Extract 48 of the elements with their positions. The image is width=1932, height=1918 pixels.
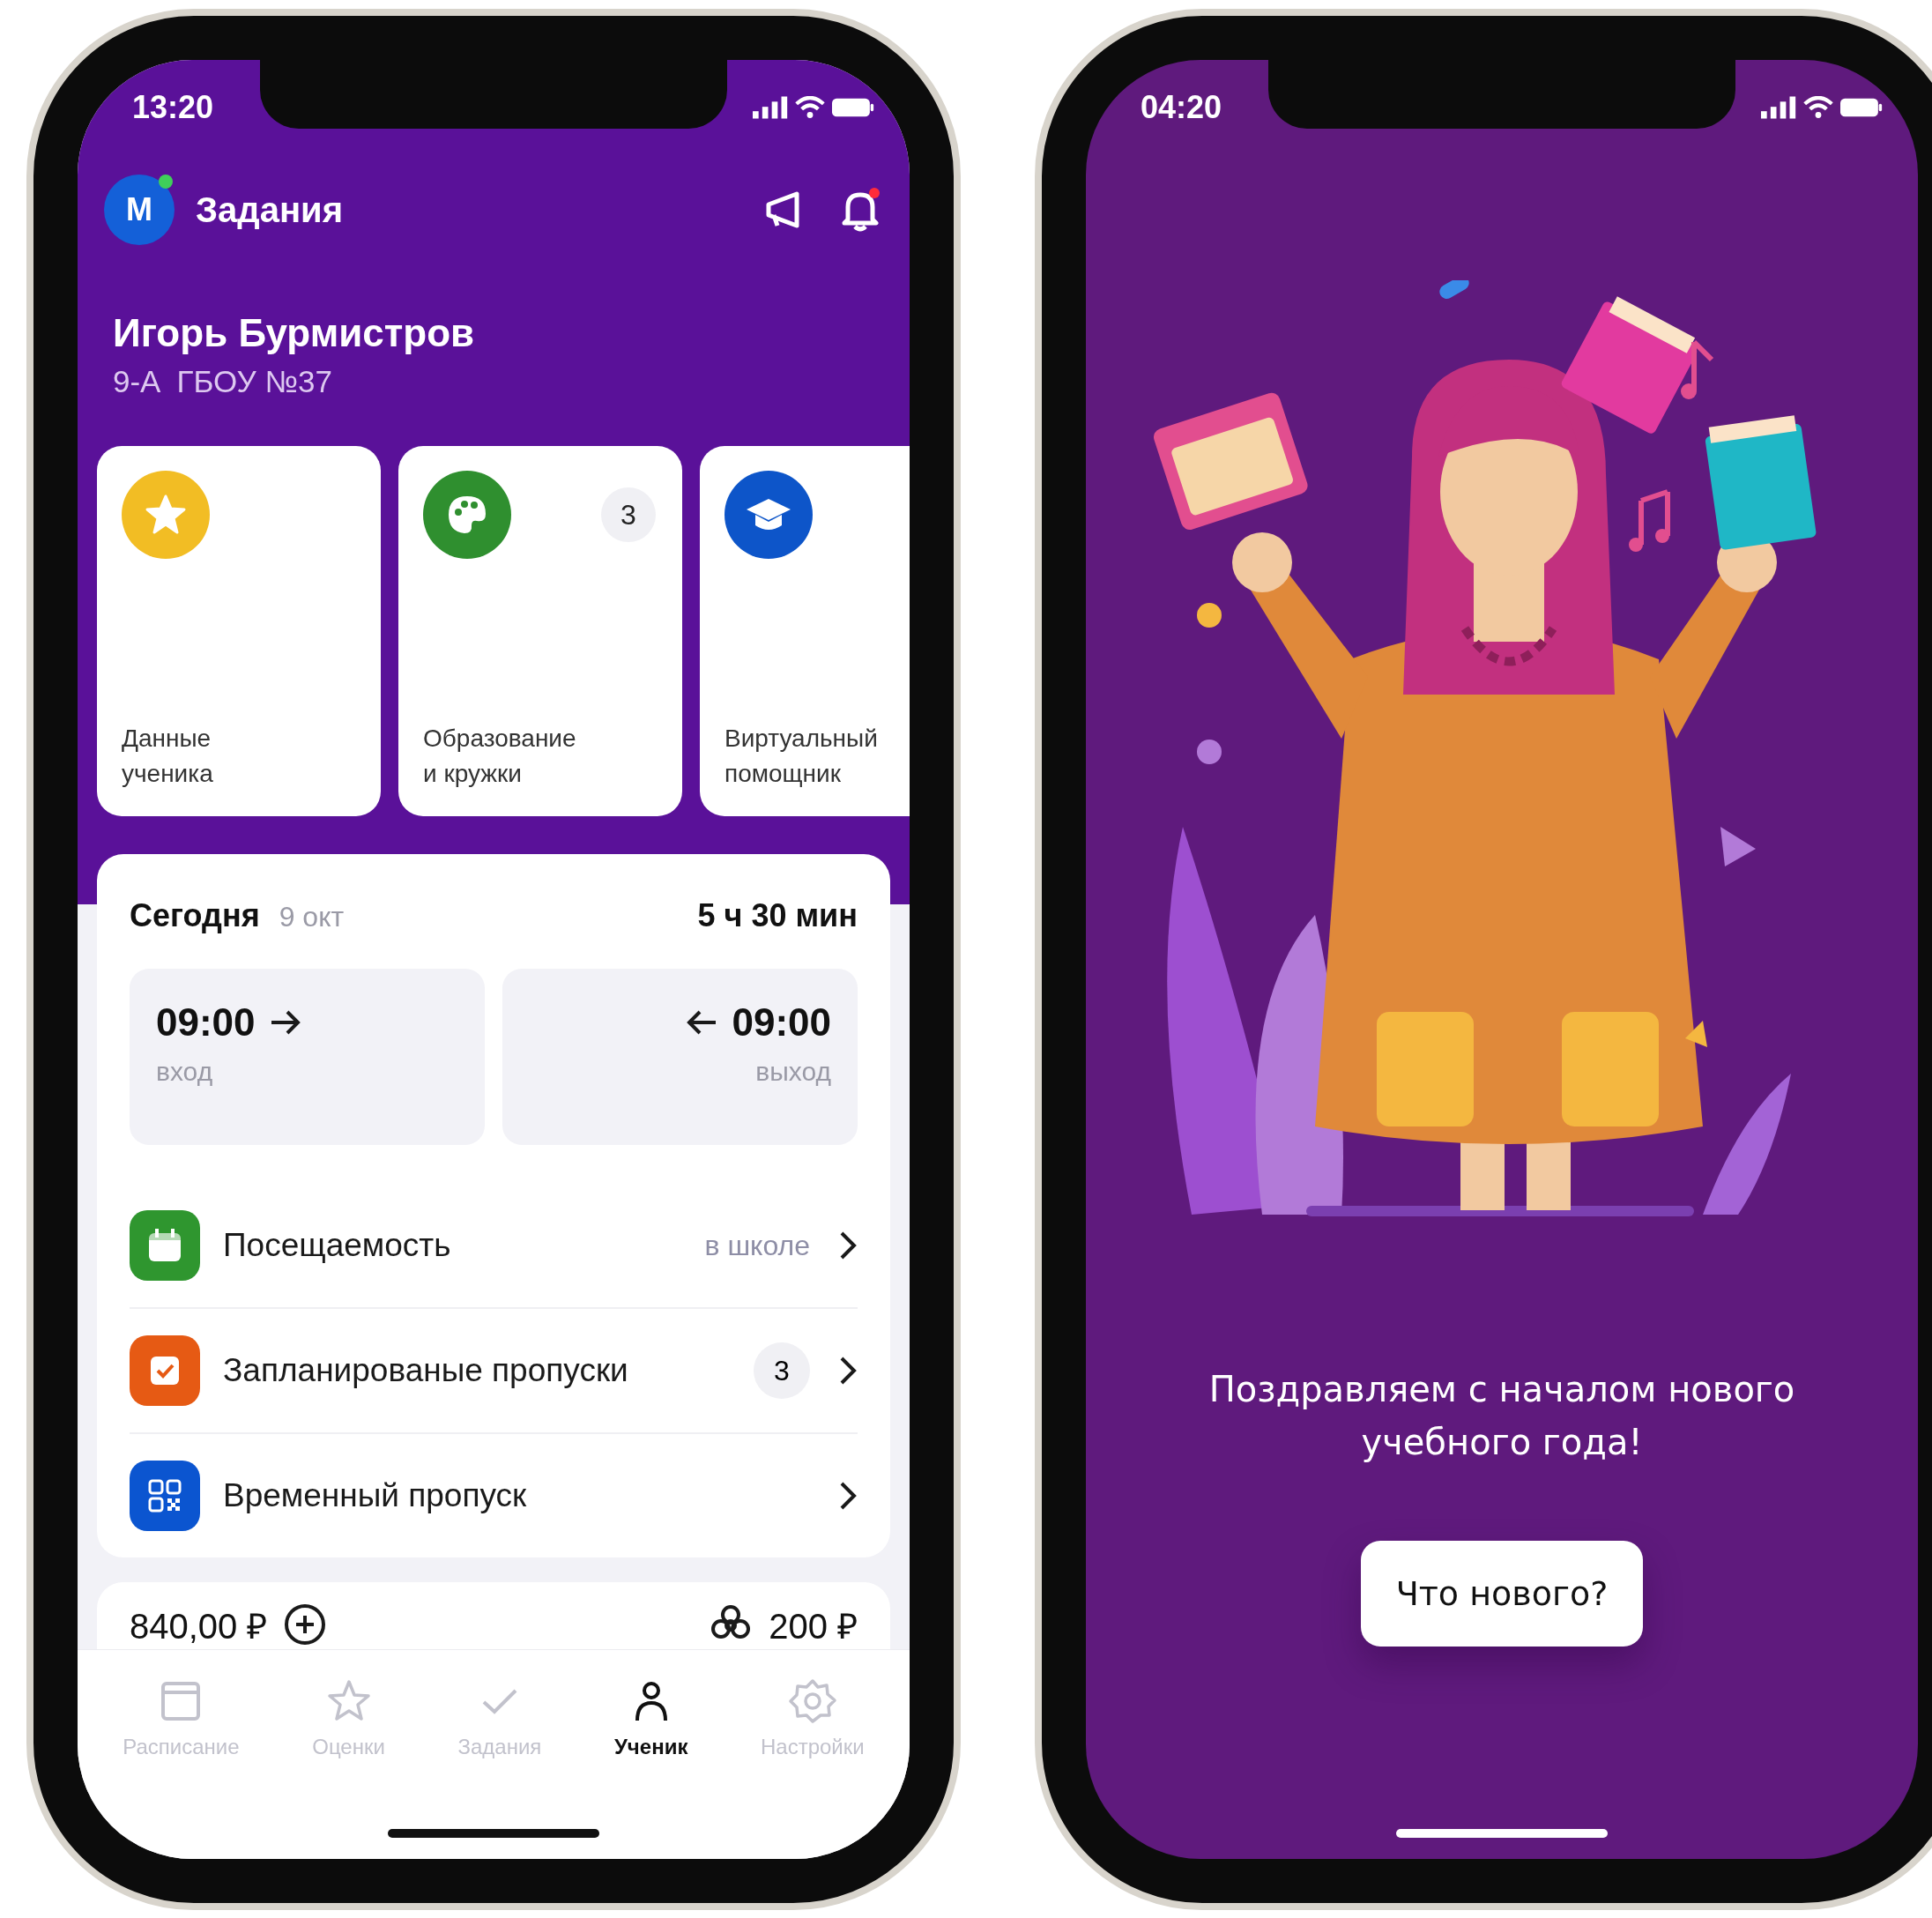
greeting-message: Поздравляем с началом нового учебного года! bbox=[1208, 1368, 1796, 1464]
school-label: ГБОУ №37 bbox=[176, 363, 332, 400]
row-label: Временный пропуск bbox=[223, 1477, 528, 1514]
tile-card[interactable]: Виртуальный помощник bbox=[700, 446, 910, 816]
exit-time: 09:00 bbox=[732, 1000, 831, 1044]
tile-label: Данные ученика bbox=[122, 724, 214, 789]
chevron-right-icon bbox=[838, 1355, 858, 1386]
signal-icon bbox=[1761, 96, 1796, 119]
signal-icon bbox=[753, 96, 788, 119]
bell-icon[interactable] bbox=[841, 188, 880, 232]
balance-amount: 840,00 ₽ bbox=[130, 1605, 268, 1647]
exit-label: выход bbox=[755, 1057, 831, 1087]
tile-card[interactable]: 3 Образование и кружки bbox=[398, 446, 682, 816]
wifi-icon bbox=[1803, 96, 1833, 119]
avatar[interactable]: М bbox=[104, 175, 175, 245]
screen-title: Задания bbox=[196, 190, 345, 230]
tile-label: Образование и кружки bbox=[423, 724, 577, 789]
duration-label: 5 ч 30 мин bbox=[697, 897, 858, 934]
tab[interactable]: Ученик bbox=[613, 1676, 688, 1759]
bonus-amount: 200 ₽ bbox=[769, 1605, 858, 1647]
tile-label: Виртуальный помощник bbox=[724, 724, 879, 789]
battery-icon bbox=[832, 97, 874, 118]
battery-icon bbox=[1840, 97, 1883, 118]
count-badge: 3 bbox=[601, 487, 656, 542]
entry-label: вход bbox=[156, 1057, 214, 1087]
student-name: Игорь Бурмистров bbox=[113, 310, 476, 356]
tile-card[interactable]: Данные ученика bbox=[97, 446, 381, 816]
today-title: Сегодня bbox=[130, 897, 260, 934]
count-badge: 3 bbox=[754, 1342, 810, 1399]
plus-circle-icon[interactable] bbox=[283, 1602, 328, 1647]
settings-icon bbox=[787, 1676, 837, 1726]
menu-row[interactable]: Запланированые пропуски 3 bbox=[130, 1309, 858, 1434]
row-label: Запланированые пропуски bbox=[223, 1352, 629, 1389]
entry-time: 09:00 bbox=[156, 1000, 256, 1044]
row-status: в школе bbox=[704, 1229, 810, 1262]
today-date: 9 окт bbox=[279, 901, 345, 933]
chevron-right-icon bbox=[838, 1230, 858, 1261]
menu-row[interactable]: Посещаемость в школе bbox=[130, 1184, 858, 1309]
wifi-icon bbox=[795, 96, 825, 119]
chevron-right-icon bbox=[838, 1480, 858, 1512]
arrow-left-icon bbox=[686, 1009, 718, 1036]
row-label: Посещаемость bbox=[223, 1227, 452, 1264]
menu-row[interactable]: Временный пропуск bbox=[130, 1434, 858, 1557]
class-label: 9-А bbox=[113, 363, 161, 400]
whats-new-button[interactable]: Что нового? bbox=[1361, 1541, 1643, 1647]
status-time: 13:20 bbox=[132, 89, 214, 126]
arrow-right-icon bbox=[269, 1009, 301, 1036]
status-time: 04:20 bbox=[1141, 89, 1222, 126]
